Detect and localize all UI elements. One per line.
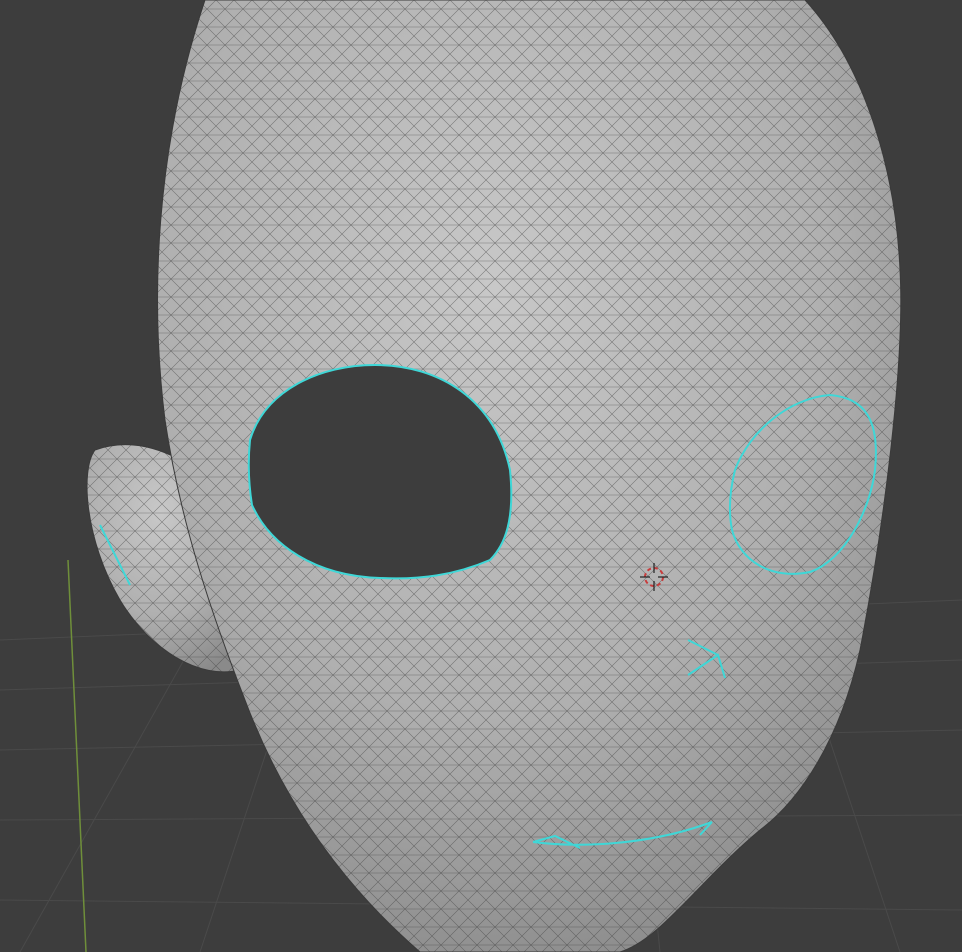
viewport-scene[interactable] xyxy=(0,0,962,952)
y-axis-line xyxy=(67,559,87,952)
3d-viewport[interactable] xyxy=(0,0,962,952)
